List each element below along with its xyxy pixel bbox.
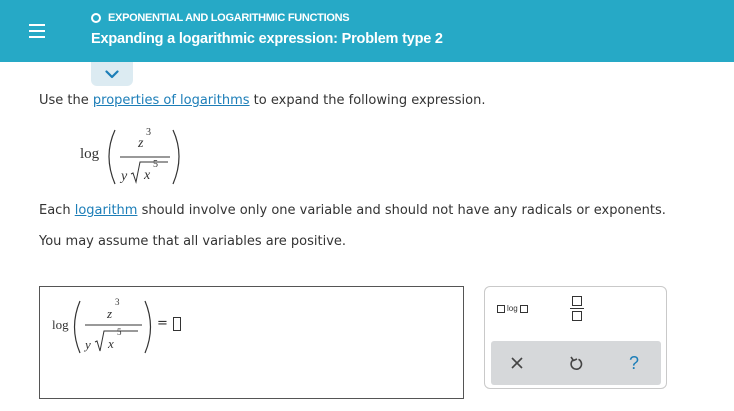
- expression-brackets: [73, 300, 152, 354]
- radical-exponent: 5: [117, 327, 122, 337]
- log-key-label: log: [507, 304, 518, 313]
- topic-label: EXPONENTIAL AND LOGARITHMIC FUNCTIONS: [108, 12, 350, 24]
- hamburger-menu-icon: [29, 24, 45, 38]
- help-button[interactable]: ?: [620, 349, 648, 377]
- keypad-action-bar: ?: [491, 341, 661, 385]
- fraction-box: [572, 311, 582, 321]
- close-icon: [511, 357, 523, 369]
- menu-button[interactable]: [0, 0, 74, 62]
- radical-variable: x: [144, 168, 151, 183]
- chevron-down-icon: [105, 69, 119, 78]
- expression-brackets: [108, 129, 180, 185]
- numerator-variable: z: [138, 136, 144, 151]
- fraction-icon: [572, 296, 582, 306]
- radical-variable: x: [108, 336, 114, 351]
- numerator-exponent: 3: [115, 297, 120, 307]
- math-keypad: log ?: [484, 286, 667, 389]
- properties-of-logarithms-link[interactable]: properties of logarithms: [93, 93, 250, 108]
- undo-button[interactable]: [562, 349, 590, 377]
- instruction-text: should involve only one variable and sho…: [137, 203, 666, 218]
- radical-exponent: 5: [153, 159, 158, 170]
- denominator-variable-y: y: [85, 337, 91, 352]
- answer-input-blank[interactable]: [173, 317, 181, 331]
- collapse-button[interactable]: [91, 62, 133, 86]
- numerator-variable: z: [107, 306, 113, 321]
- log-key-button[interactable]: log: [497, 304, 528, 313]
- equals-sign: =: [157, 316, 168, 331]
- instruction-line-1: Use the properties of logarithms to expa…: [39, 93, 485, 108]
- clear-button[interactable]: [503, 349, 531, 377]
- instruction-line-2: Each logarithm should involve only one v…: [39, 203, 666, 218]
- problem-expression: log z 3 y x 5: [80, 124, 190, 192]
- instruction-line-3: You may assume that all variables are po…: [39, 234, 347, 249]
- instruction-text: Each: [39, 203, 75, 218]
- fraction-bar: [570, 308, 584, 309]
- denominator-variable-y: y: [121, 169, 128, 184]
- header-bar: EXPONENTIAL AND LOGARITHMIC FUNCTIONS Ex…: [0, 0, 734, 62]
- instruction-text: to expand the following expression.: [249, 93, 486, 108]
- answer-box[interactable]: log z 3 y x 5 =: [39, 286, 464, 399]
- topic-circle-icon: [91, 13, 101, 23]
- answer-expression: log z 3 y x 5: [52, 293, 162, 361]
- undo-icon: [570, 356, 583, 370]
- logarithm-link[interactable]: logarithm: [75, 203, 138, 218]
- fraction-key-button[interactable]: [570, 296, 584, 322]
- topic-line: EXPONENTIAL AND LOGARITHMIC FUNCTIONS: [91, 12, 350, 24]
- placeholder-box-icon: [497, 304, 505, 313]
- placeholder-box-icon: [519, 304, 528, 313]
- numerator-exponent: 3: [146, 127, 151, 138]
- instruction-text: Use the: [39, 93, 93, 108]
- help-icon: ?: [628, 352, 639, 373]
- page-title: Expanding a logarithmic expression: Prob…: [91, 31, 443, 47]
